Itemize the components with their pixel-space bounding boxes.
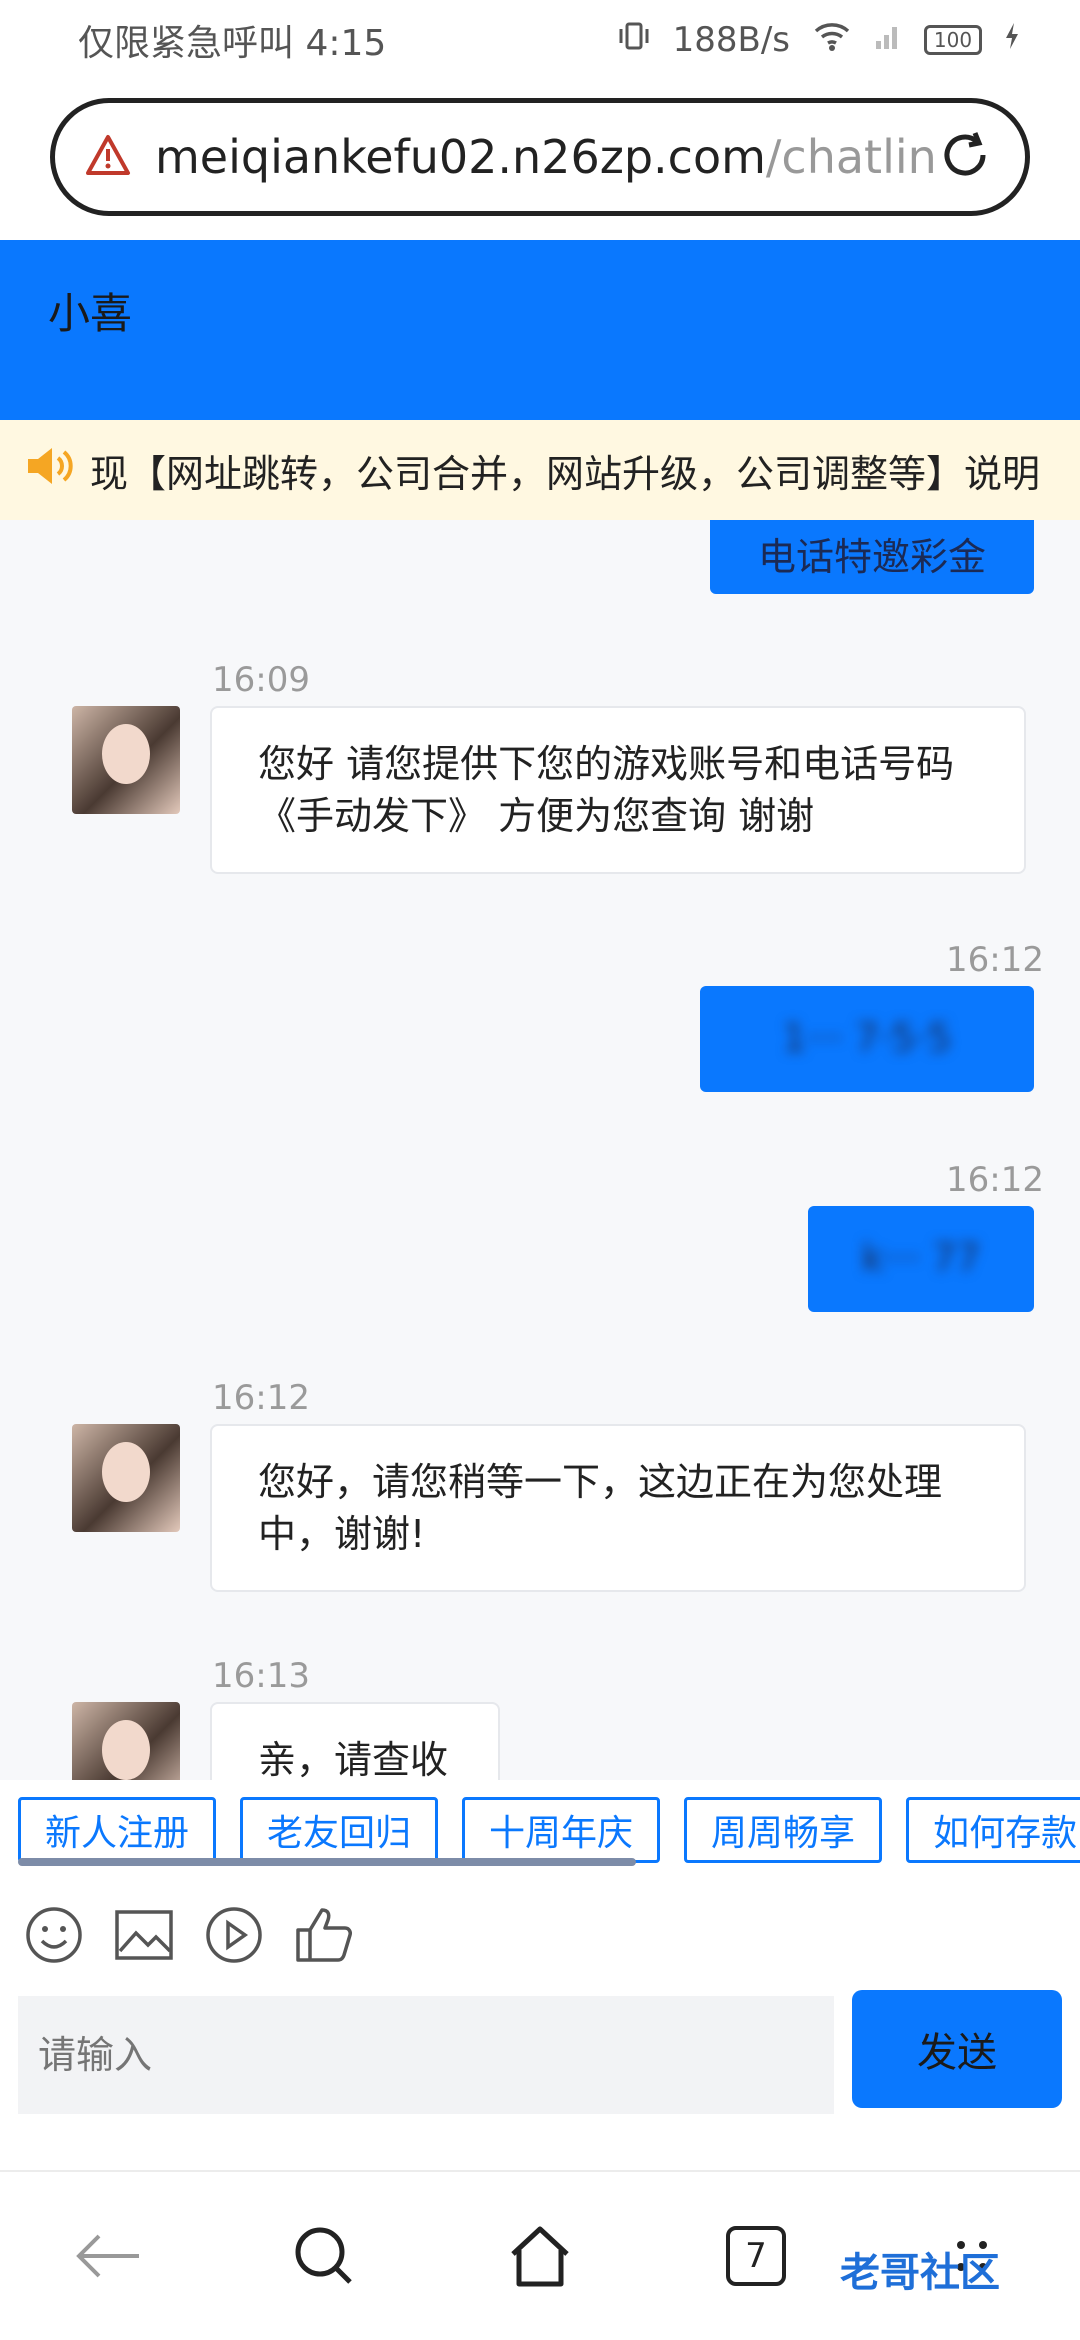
quick-reply-weekly[interactable]: 周周畅享	[684, 1797, 883, 1863]
message-text: k··· 77	[861, 1236, 981, 1280]
message-list[interactable]: 电话特邀彩金 16:09 您好 请您提供下您的游戏账号和电话号码 《手动发下》 …	[0, 520, 1080, 1780]
message-time: 16:12	[212, 1378, 310, 1418]
signal-icon	[874, 20, 902, 60]
message-time: 16:09	[212, 660, 310, 700]
incoming-bubble: 您好，请您稍等一下，这边正在为您处理 中，谢谢!	[210, 1424, 1026, 1592]
agent-avatar	[72, 706, 180, 814]
speaker-icon	[24, 444, 76, 497]
chat-header: 小喜	[0, 240, 1080, 420]
message-time: 16:13	[212, 1656, 310, 1696]
quick-reply-anniversary[interactable]: 十周年庆	[462, 1797, 661, 1863]
message-text: 电话特邀彩金	[757, 535, 986, 579]
url-text[interactable]: meiqiankefu02.n26zp.com/chatlin	[155, 130, 935, 184]
message-text: 1··· 7·5·5	[782, 1016, 952, 1060]
warning-triangle-icon[interactable]	[85, 134, 131, 180]
image-icon[interactable]	[114, 1905, 174, 1965]
browser-url-area: meiqiankefu02.n26zp.com/chatlin	[0, 80, 1080, 240]
network-speed: 188B/s	[672, 20, 790, 60]
notice-bar[interactable]: 现【网址跳转，公司合并，网站升级，公司调整等】说明	[0, 420, 1080, 520]
notice-text: 现【网址跳转，公司合并，网站升级，公司调整等】说明	[90, 451, 1041, 496]
outgoing-bubble: 电话特邀彩金	[710, 520, 1034, 594]
quick-reply-old-friend[interactable]: 老友回归	[240, 1797, 439, 1863]
outgoing-bubble: 1··· 7·5·5	[700, 986, 1034, 1092]
message-line: 《手动发下》 方便为您查询 谢谢	[258, 794, 815, 838]
agent-avatar	[72, 1702, 180, 1780]
chat-toolbar	[0, 1880, 1080, 1990]
wifi-icon	[812, 19, 852, 62]
emergency-text: 仅限紧急呼叫	[78, 23, 295, 64]
message-time: 16:12	[946, 1160, 1044, 1200]
message-time: 16:12	[946, 940, 1044, 980]
quick-reply-deposit[interactable]: 如何存款	[906, 1797, 1080, 1863]
search-icon[interactable]	[284, 2216, 364, 2296]
quick-reply-scrollbar[interactable]	[18, 1858, 636, 1866]
charging-icon	[1004, 20, 1020, 60]
send-button[interactable]: 发送	[852, 1990, 1062, 2108]
reload-icon[interactable]	[935, 125, 995, 189]
tabs-icon[interactable]: 7	[716, 2216, 796, 2296]
message-line: 您好，请您稍等一下，这边正在为您处理	[258, 1460, 943, 1504]
input-row: 发送	[0, 1990, 1080, 2170]
emoji-icon[interactable]	[24, 1905, 84, 1965]
status-bar: 仅限紧急呼叫 4:15 188B/s 100	[0, 0, 1080, 80]
status-right: 188B/s 100	[617, 19, 1020, 62]
message-line: 您好 请您提供下您的游戏账号和电话号码	[258, 742, 955, 786]
vibrate-icon	[617, 19, 651, 62]
url-bar[interactable]: meiqiankefu02.n26zp.com/chatlin	[50, 98, 1030, 216]
message-line: 亲，请查收	[258, 1738, 449, 1780]
watermark-logo: 老哥社区	[840, 2250, 1000, 2296]
incoming-bubble: 您好 请您提供下您的游戏账号和电话号码 《手动发下》 方便为您查询 谢谢	[210, 706, 1026, 874]
back-icon[interactable]	[68, 2216, 148, 2296]
status-left: 仅限紧急呼叫 4:15	[78, 14, 386, 66]
incoming-bubble: 亲，请查收	[210, 1702, 500, 1780]
status-time: 4:15	[305, 23, 387, 64]
tabs-count: 7	[726, 2226, 786, 2286]
agent-avatar	[72, 1424, 180, 1532]
message-line: 中，谢谢!	[258, 1512, 426, 1556]
agent-name: 小喜	[48, 289, 133, 338]
url-host: meiqiankefu02.n26zp.com	[155, 130, 766, 184]
quick-reply-new-register[interactable]: 新人注册	[18, 1797, 217, 1863]
outgoing-bubble: k··· 77	[808, 1206, 1034, 1312]
video-icon[interactable]	[204, 1905, 264, 1965]
message-input[interactable]	[18, 1996, 834, 2114]
home-icon[interactable]	[500, 2216, 580, 2296]
url-path: /chatlin	[765, 130, 935, 184]
battery-icon: 100	[924, 25, 982, 55]
thumbs-up-icon[interactable]	[294, 1905, 354, 1965]
